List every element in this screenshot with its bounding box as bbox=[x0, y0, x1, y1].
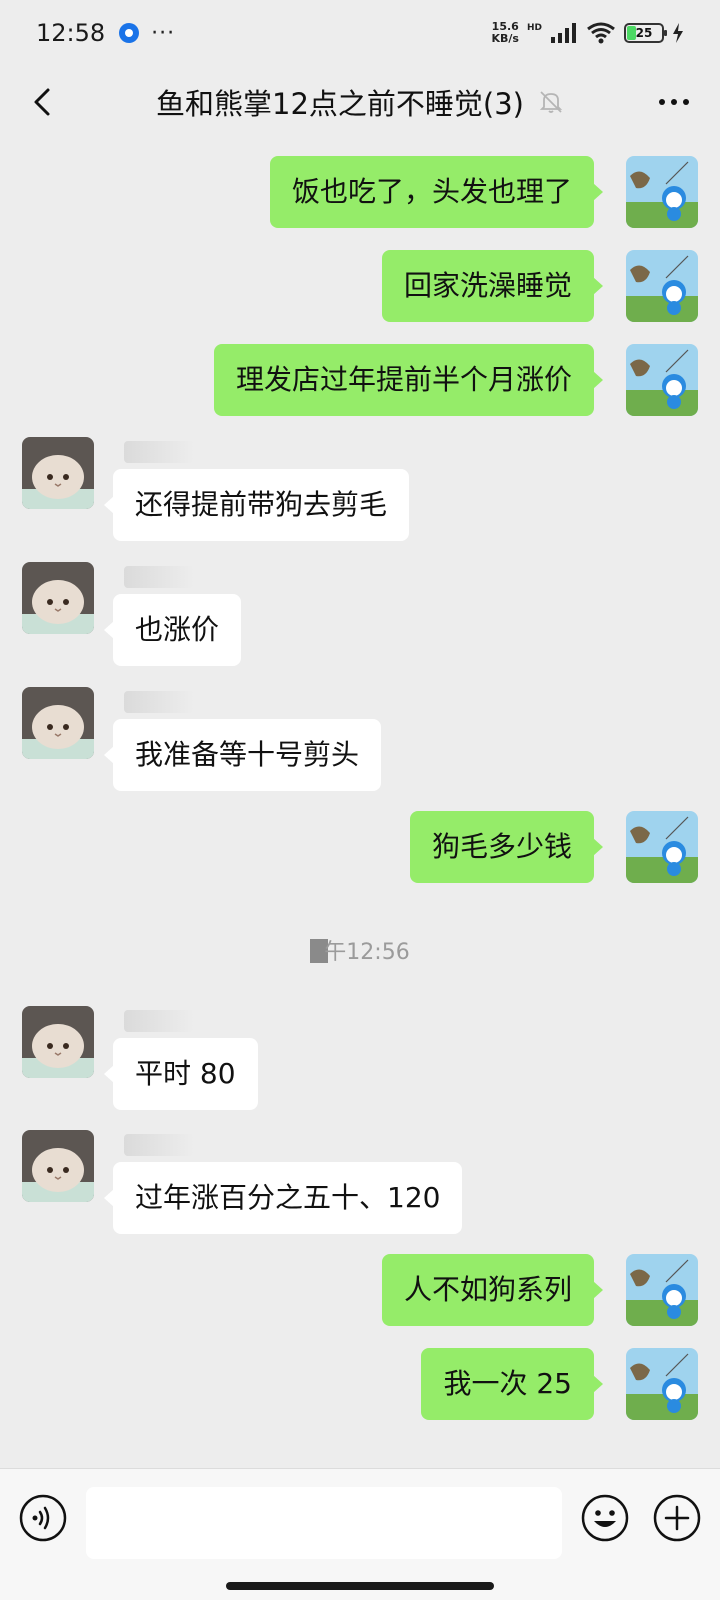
battery-level: 25 bbox=[635, 26, 653, 40]
status-indicators: 15.6 KB/s HD 25 bbox=[492, 21, 685, 45]
sender-avatar[interactable] bbox=[22, 562, 94, 634]
battery-indicator: 25 bbox=[624, 23, 667, 43]
sender-name-redacted bbox=[124, 566, 194, 588]
message-list[interactable]: 饭也吃了，头发也理了 回家洗澡睡觉 理发店过年提前半个月涨价 还得提前带狗去剪毛… bbox=[0, 138, 720, 1468]
chat-title[interactable]: 鱼和熊掌12点之前不睡觉(3) bbox=[156, 81, 524, 123]
doraemon-fishing-avatar-image bbox=[626, 1254, 698, 1326]
sender-name-redacted bbox=[124, 1134, 194, 1156]
my-avatar[interactable] bbox=[626, 1254, 698, 1326]
message-bubble[interactable]: 人不如狗系列 bbox=[381, 1254, 604, 1326]
my-avatar[interactable] bbox=[626, 250, 698, 322]
cat-avatar-image bbox=[22, 437, 94, 509]
sender-avatar[interactable] bbox=[22, 1006, 94, 1078]
status-time: 12:58 bbox=[36, 19, 106, 47]
sender-avatar[interactable] bbox=[22, 437, 94, 509]
status-more-dots: ··· bbox=[151, 20, 176, 46]
chat-header: 鱼和熊掌12点之前不睡觉(3) bbox=[0, 66, 720, 138]
doraemon-fishing-avatar-image bbox=[626, 811, 698, 883]
message-bubble[interactable]: 平时 80 bbox=[104, 1038, 258, 1110]
emoji-icon[interactable] bbox=[580, 1493, 630, 1543]
doraemon-fishing-avatar-image bbox=[626, 1348, 698, 1420]
message-bubble[interactable]: 理发店过年提前半个月涨价 bbox=[213, 344, 604, 416]
message-bubble[interactable]: 饭也吃了，头发也理了 bbox=[269, 156, 604, 228]
message-bubble[interactable]: 还得提前带狗去剪毛 bbox=[103, 469, 410, 541]
more-dots-icon[interactable] bbox=[654, 84, 694, 120]
notification-app-icon bbox=[119, 23, 140, 43]
home-indicator[interactable] bbox=[226, 1582, 494, 1590]
my-avatar[interactable] bbox=[626, 811, 698, 883]
message-bubble[interactable]: 也涨价 bbox=[103, 594, 242, 666]
sender-name-redacted bbox=[124, 441, 194, 463]
message-bubble[interactable]: 过年涨百分之五十、120 bbox=[103, 1162, 463, 1234]
cat-avatar-image bbox=[22, 1006, 94, 1078]
doraemon-fishing-avatar-image bbox=[626, 250, 698, 322]
plus-icon[interactable] bbox=[652, 1493, 702, 1543]
hd-indicator: HD bbox=[526, 23, 542, 33]
bell-off-icon bbox=[539, 91, 563, 113]
wifi-icon bbox=[587, 22, 615, 44]
timestamp-text: 午12:56 bbox=[324, 940, 410, 965]
message-bubble[interactable]: 我准备等十号剪头 bbox=[103, 719, 382, 791]
time-divider: 午12:56 bbox=[0, 934, 720, 966]
message-input[interactable] bbox=[86, 1487, 562, 1559]
message-bubble[interactable]: 狗毛多少钱 bbox=[409, 811, 604, 883]
doraemon-fishing-avatar-image bbox=[626, 156, 698, 228]
message-bubble[interactable]: 回家洗澡睡觉 bbox=[381, 250, 604, 322]
cat-avatar-image bbox=[22, 1130, 94, 1202]
message-bubble[interactable]: 我一次 25 bbox=[421, 1348, 603, 1420]
signal-icon bbox=[551, 23, 576, 43]
my-avatar[interactable] bbox=[626, 1348, 698, 1420]
input-bar bbox=[0, 1468, 720, 1600]
sender-avatar[interactable] bbox=[22, 687, 94, 759]
sender-avatar[interactable] bbox=[22, 1130, 94, 1202]
my-avatar[interactable] bbox=[626, 156, 698, 228]
doraemon-fishing-avatar-image bbox=[626, 344, 698, 416]
my-avatar[interactable] bbox=[626, 344, 698, 416]
back-icon[interactable] bbox=[22, 80, 66, 124]
cat-avatar-image bbox=[22, 687, 94, 759]
cat-avatar-image bbox=[22, 562, 94, 634]
status-bar: 12:58 ··· 15.6 KB/s HD 25 bbox=[0, 0, 720, 66]
sender-name-redacted bbox=[124, 691, 194, 713]
network-speed: 15.6 KB/s bbox=[492, 21, 519, 45]
sender-name-redacted bbox=[124, 1010, 194, 1032]
network-speed-unit: KB/s bbox=[491, 32, 519, 45]
voice-icon[interactable] bbox=[18, 1493, 68, 1543]
charging-icon bbox=[673, 23, 683, 43]
